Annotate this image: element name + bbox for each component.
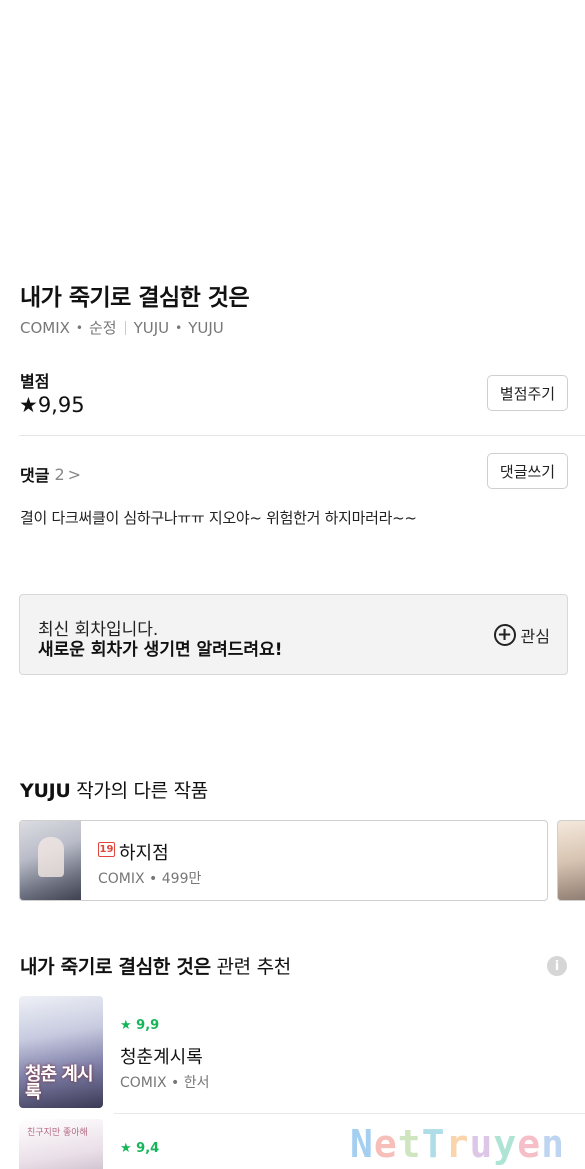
comments-link[interactable]: 댓글 2 > (20, 462, 81, 486)
watermark-letter: e (517, 1122, 542, 1166)
notice-line2: 새로운 회차가 생기면 알려드려요! (38, 640, 283, 660)
watermark-letter: t (397, 1122, 422, 1166)
watermark-letter: T (421, 1122, 446, 1166)
watermark-letter: N (350, 1122, 374, 1166)
rate-button[interactable]: 별점주기 (487, 375, 568, 411)
recommend-title: 청춘계시록 (120, 1047, 203, 1068)
other-work-meta: COMIX • 499만 (98, 871, 202, 887)
recommend-heading: 내가 죽기로 결심한 것은 관련 추천 (20, 952, 291, 979)
other-works-heading-text: 작가의 다른 작품 (70, 780, 208, 802)
meta-dot: • (175, 320, 183, 335)
comments-count: 2 (54, 464, 65, 484)
watermark-letter: n (541, 1122, 566, 1166)
favorite-button[interactable]: + 관심 (493, 623, 550, 647)
rating-label: 별점 (20, 372, 50, 391)
watermark-letter: r (445, 1122, 470, 1166)
artist-label[interactable]: YUJU (188, 319, 224, 337)
other-work-thumbnail (20, 821, 81, 900)
other-work-card-next[interactable] (557, 820, 585, 901)
cover-title-art: 청춘 계시록 (25, 1064, 94, 1103)
watermark-letter: u (469, 1122, 494, 1166)
favorite-label: 관심 (520, 627, 550, 646)
recommend-heading-text: 관련 추천 (210, 956, 291, 978)
recommend-rating: ★ 9,4 (120, 1141, 160, 1156)
other-work-card[interactable]: 19 하지점 COMIX • 499만 (19, 820, 548, 901)
recommend-heading-title: 내가 죽기로 결심한 것은 (20, 956, 211, 978)
adult-19-badge: 19 (98, 842, 115, 857)
recommend-cover: 청춘 계시록 (19, 996, 103, 1108)
cover-title-art: 친구지만 좋아해 (27, 1128, 88, 1138)
site-watermark: NetTruyen (350, 1122, 565, 1166)
recommend-meta: COMIX • 한서 (120, 1075, 210, 1091)
work-title: 내가 죽기로 결심한 것은 (20, 285, 250, 311)
writer-label[interactable]: YUJU (134, 319, 170, 337)
chevron-right-icon: > (67, 464, 82, 484)
plus-circle-icon: + (493, 624, 516, 646)
top-comment[interactable]: 결이 다크써클이 심하구나ㅠㅠ 지오야~ 위험한거 하지마러라~~ (20, 507, 417, 528)
genre-label: 순정 (89, 319, 117, 337)
rating-value: ★9,95 (19, 393, 85, 417)
author-name: YUJU (20, 780, 71, 802)
watermark-letter: e (373, 1122, 398, 1166)
comments-label: 댓글 (20, 466, 50, 485)
watermark-letter: y (493, 1122, 518, 1166)
recommend-cover: 친구지만 좋아해 (19, 1119, 103, 1169)
meta-separator (124, 320, 126, 335)
recommend-rating: ★ 9,9 (120, 1018, 160, 1033)
write-comment-button[interactable]: 댓글쓰기 (487, 453, 568, 489)
info-icon[interactable]: i (547, 956, 567, 976)
section-divider (19, 435, 585, 436)
other-works-heading: YUJU 작가의 다른 작품 (20, 776, 208, 803)
other-work-title: 하지점 (119, 843, 169, 864)
latest-episode-notice: 최신 회차입니다. 새로운 회차가 생기면 알려드려요! + 관심 (19, 594, 568, 675)
meta-dot: • (75, 320, 83, 335)
work-meta: COMIX • 순정 YUJU • YUJU (20, 317, 224, 338)
publisher-label: COMIX (20, 318, 70, 337)
list-divider (114, 1113, 585, 1114)
